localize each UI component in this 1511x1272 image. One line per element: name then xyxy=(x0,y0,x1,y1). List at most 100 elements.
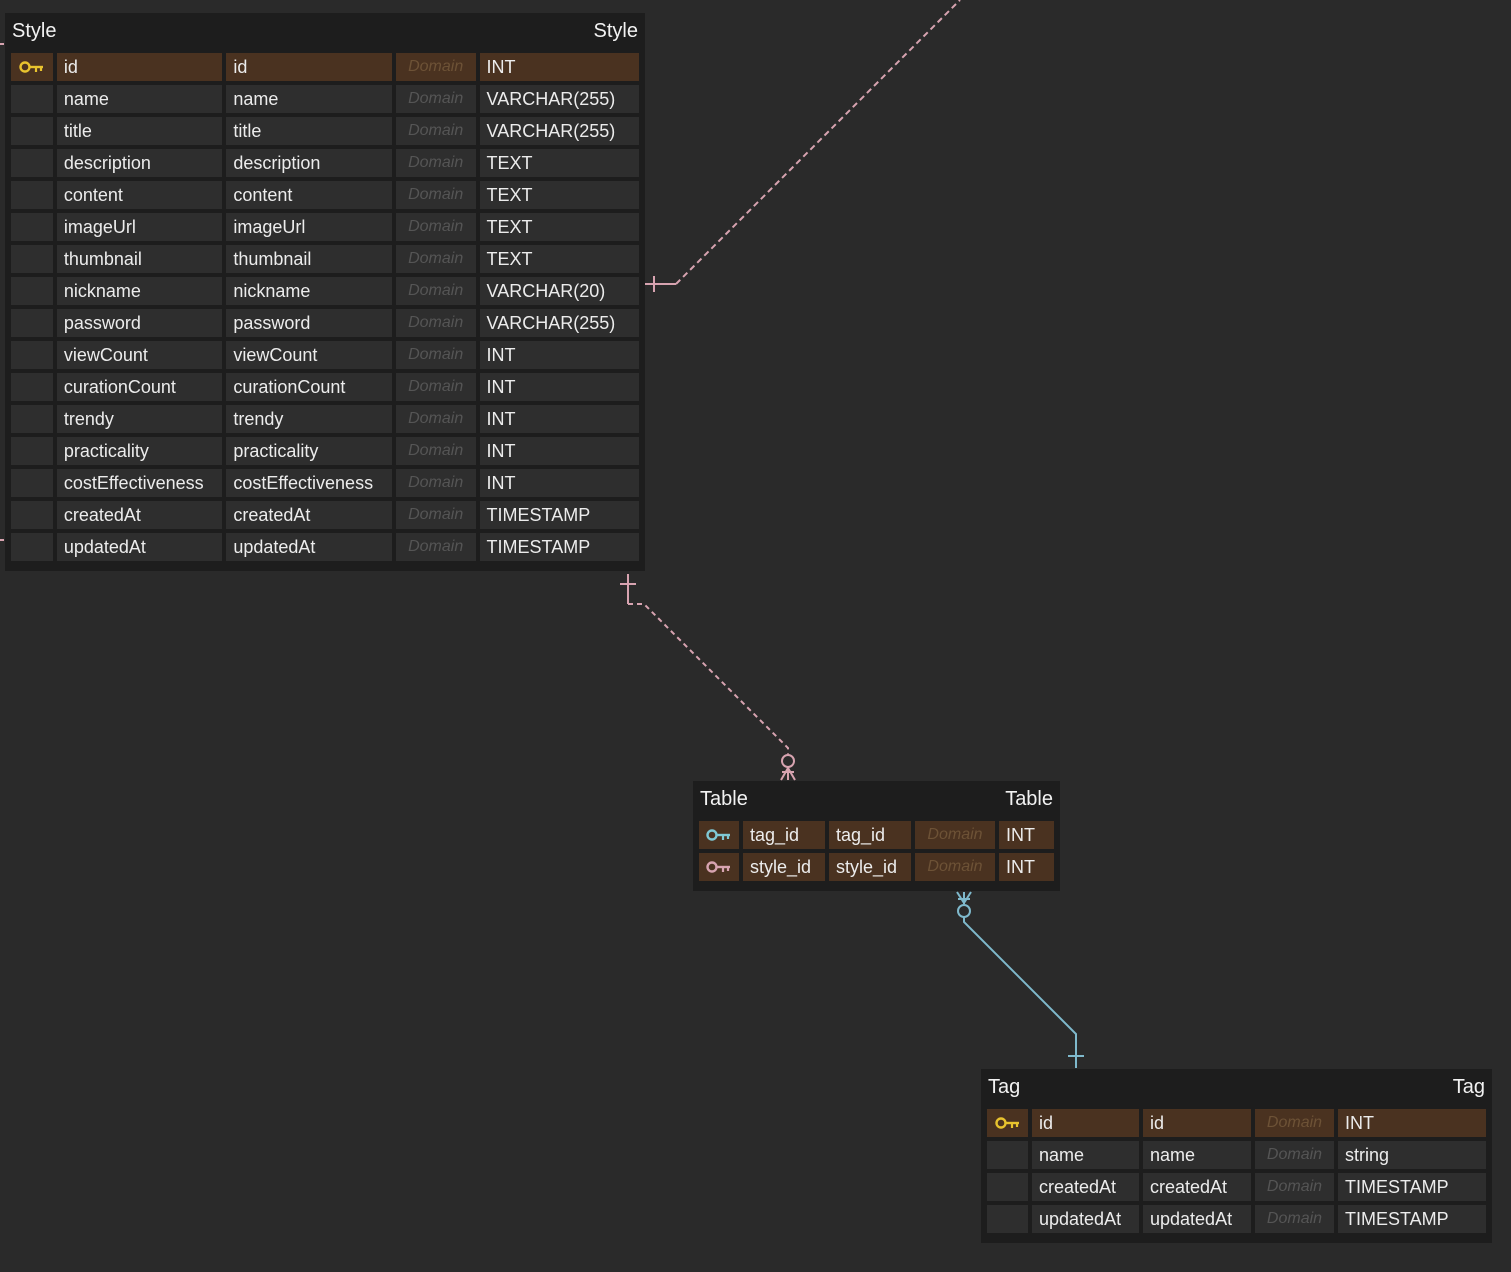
column-domain[interactable]: Domain xyxy=(395,437,476,465)
key-cell[interactable] xyxy=(11,437,53,465)
entity-style[interactable]: Style Style id id Domain INT name name Domain V… xyxy=(5,13,645,571)
column-row[interactable]: viewCount viewCount Domain INT xyxy=(11,341,640,373)
column-logical-name[interactable]: style_id xyxy=(743,853,825,881)
column-physical-name[interactable]: id xyxy=(226,53,392,81)
column-physical-name[interactable]: style_id xyxy=(829,853,911,881)
column-physical-name[interactable]: imageUrl xyxy=(226,213,392,241)
column-data-type[interactable]: string xyxy=(1338,1141,1486,1169)
entity-header[interactable]: Style Style xyxy=(5,13,645,49)
pk-key-cell[interactable] xyxy=(987,1109,1028,1137)
column-physical-name[interactable]: createdAt xyxy=(226,501,392,529)
column-data-type[interactable]: INT xyxy=(999,853,1054,881)
column-domain[interactable]: Domain xyxy=(395,117,476,145)
column-data-type[interactable]: INT xyxy=(999,821,1054,849)
column-data-type[interactable]: TIMESTAMP xyxy=(1338,1173,1486,1201)
column-row[interactable]: title title Domain VARCHAR(255) xyxy=(11,117,640,149)
column-row[interactable]: practicality practicality Domain INT xyxy=(11,437,640,469)
column-physical-name[interactable]: description xyxy=(226,149,392,177)
column-data-type[interactable]: INT xyxy=(479,405,640,433)
key-cell[interactable] xyxy=(11,277,53,305)
column-domain[interactable]: Domain xyxy=(395,149,476,177)
key-cell[interactable] xyxy=(11,533,53,561)
column-data-type[interactable]: INT xyxy=(479,341,640,369)
column-data-type[interactable]: TEXT xyxy=(479,245,640,273)
column-logical-name[interactable]: content xyxy=(56,181,223,209)
column-row[interactable]: thumbnail thumbnail Domain TEXT xyxy=(11,245,640,277)
column-data-type[interactable]: VARCHAR(255) xyxy=(479,117,640,145)
column-row[interactable]: description description Domain TEXT xyxy=(11,149,640,181)
column-physical-name[interactable]: practicality xyxy=(226,437,392,465)
column-row[interactable]: nickname nickname Domain VARCHAR(20) xyxy=(11,277,640,309)
column-logical-name[interactable]: updatedAt xyxy=(1032,1205,1139,1233)
key-cell[interactable] xyxy=(11,117,53,145)
column-physical-name[interactable]: updatedAt xyxy=(226,533,392,561)
key-cell[interactable] xyxy=(11,501,53,529)
key-cell[interactable] xyxy=(987,1173,1028,1201)
column-domain[interactable]: Domain xyxy=(395,341,476,369)
column-physical-name[interactable]: tag_id xyxy=(829,821,911,849)
column-row[interactable]: content content Domain TEXT xyxy=(11,181,640,213)
column-domain[interactable]: Domain xyxy=(395,469,476,497)
column-row[interactable]: password password Domain VARCHAR(255) xyxy=(11,309,640,341)
column-domain[interactable]: Domain xyxy=(915,821,995,849)
column-row[interactable]: id id Domain INT xyxy=(987,1109,1486,1141)
column-domain[interactable]: Domain xyxy=(395,373,476,401)
column-domain[interactable]: Domain xyxy=(395,245,476,273)
key-cell[interactable] xyxy=(11,245,53,273)
column-logical-name[interactable]: password xyxy=(56,309,223,337)
pfk-pink-key-cell[interactable] xyxy=(699,853,739,881)
column-data-type[interactable]: INT xyxy=(479,373,640,401)
column-data-type[interactable]: TEXT xyxy=(479,149,640,177)
column-domain[interactable]: Domain xyxy=(915,853,995,881)
column-logical-name[interactable]: trendy xyxy=(56,405,223,433)
entity-table[interactable]: Table Table tag_id tag_id Domain INT style_i… xyxy=(693,781,1060,891)
column-physical-name[interactable]: thumbnail xyxy=(226,245,392,273)
key-cell[interactable] xyxy=(11,373,53,401)
erd-canvas[interactable]: Style Style id id Domain INT name name Domain V… xyxy=(0,0,1511,1272)
key-cell[interactable] xyxy=(11,181,53,209)
column-data-type[interactable]: TIMESTAMP xyxy=(479,501,640,529)
column-domain[interactable]: Domain xyxy=(395,277,476,305)
column-physical-name[interactable]: createdAt xyxy=(1143,1173,1251,1201)
column-row[interactable]: curationCount curationCount Domain INT xyxy=(11,373,640,405)
column-logical-name[interactable]: imageUrl xyxy=(56,213,223,241)
column-physical-name[interactable]: costEffectiveness xyxy=(226,469,392,497)
column-data-type[interactable]: TEXT xyxy=(479,181,640,209)
column-logical-name[interactable]: title xyxy=(56,117,223,145)
column-logical-name[interactable]: updatedAt xyxy=(56,533,223,561)
key-cell[interactable] xyxy=(11,309,53,337)
column-logical-name[interactable]: tag_id xyxy=(743,821,825,849)
column-physical-name[interactable]: nickname xyxy=(226,277,392,305)
column-logical-name[interactable]: curationCount xyxy=(56,373,223,401)
column-logical-name[interactable]: thumbnail xyxy=(56,245,223,273)
column-data-type[interactable]: TEXT xyxy=(479,213,640,241)
column-row[interactable]: createdAt createdAt Domain TIMESTAMP xyxy=(987,1173,1486,1205)
key-cell[interactable] xyxy=(11,85,53,113)
key-cell[interactable] xyxy=(11,405,53,433)
column-domain[interactable]: Domain xyxy=(395,53,476,81)
column-physical-name[interactable]: curationCount xyxy=(226,373,392,401)
column-data-type[interactable]: INT xyxy=(479,469,640,497)
column-logical-name[interactable]: createdAt xyxy=(1032,1173,1139,1201)
entity-header[interactable]: Tag Tag xyxy=(981,1069,1492,1105)
column-row[interactable]: tag_id tag_id Domain INT xyxy=(699,821,1054,853)
pfk-teal-key-cell[interactable] xyxy=(699,821,739,849)
column-logical-name[interactable]: createdAt xyxy=(56,501,223,529)
column-data-type[interactable]: TIMESTAMP xyxy=(479,533,640,561)
column-row[interactable]: id id Domain INT xyxy=(11,53,640,85)
key-cell[interactable] xyxy=(987,1205,1028,1233)
column-logical-name[interactable]: id xyxy=(56,53,223,81)
column-row[interactable]: updatedAt updatedAt Domain TIMESTAMP xyxy=(987,1205,1486,1237)
column-domain[interactable]: Domain xyxy=(395,501,476,529)
column-physical-name[interactable]: title xyxy=(226,117,392,145)
column-domain[interactable]: Domain xyxy=(1255,1205,1334,1233)
column-logical-name[interactable]: name xyxy=(56,85,223,113)
column-row[interactable]: name name Domain string xyxy=(987,1141,1486,1173)
entity-header[interactable]: Table Table xyxy=(693,781,1060,817)
column-row[interactable]: createdAt createdAt Domain TIMESTAMP xyxy=(11,501,640,533)
entity-tag[interactable]: Tag Tag id id Domain INT name name Domain strin… xyxy=(981,1069,1492,1243)
column-data-type[interactable]: INT xyxy=(479,53,640,81)
column-data-type[interactable]: INT xyxy=(479,437,640,465)
column-physical-name[interactable]: name xyxy=(226,85,392,113)
column-physical-name[interactable]: trendy xyxy=(226,405,392,433)
